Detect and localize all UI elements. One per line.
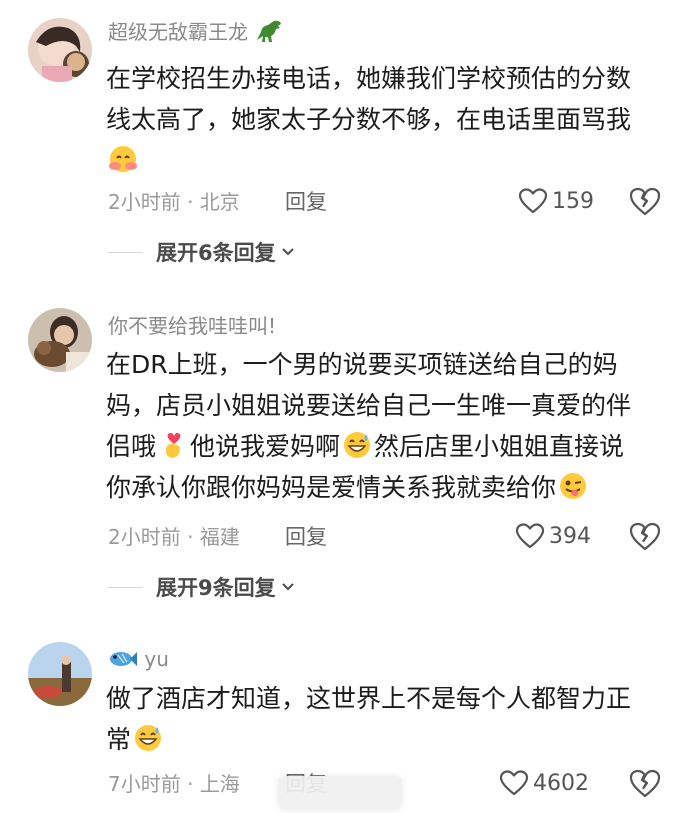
username-text: yu [144,647,169,671]
comment-line: 做了酒店才知道，这世界上不是每个人都智力正 [106,684,632,713]
like-count: 4602 [533,770,589,796]
username[interactable]: yu [108,645,169,673]
heart-icon [518,188,548,214]
comment-emoji-line [106,140,666,181]
comment-segment: 侣哦 [106,432,157,461]
hug-emoji-icon [109,146,137,172]
time-location: 7小时前 · 上海 [108,772,240,796]
comment-segment: 你承认你跟你妈妈是爱情关系我就卖给你 [106,473,557,502]
reply-button[interactable]: 回复 [285,523,327,551]
fish-icon [110,652,137,666]
finger-heart-emoji-icon [165,432,181,458]
like-button[interactable]: 4602 [499,769,589,797]
avatar[interactable] [28,308,92,372]
reply-button[interactable]: 回复 [285,188,327,216]
comment-segment: 常 [106,725,132,754]
username[interactable]: 你不要给我哇哇叫! [108,312,276,340]
divider [108,586,142,588]
dinosaur-icon [257,20,282,42]
like-button[interactable]: 394 [515,522,591,550]
watermark-overlay [278,776,402,810]
like-count: 394 [549,523,591,549]
expand-replies[interactable]: 展开9条回复 [108,572,296,602]
chevron-down-icon [281,583,294,591]
username-text: 超级无敌霸王龙 [108,20,248,44]
username[interactable]: 超级无敌霸王龙 [108,18,284,46]
expand-replies-label: 展开6条回复 [156,241,276,265]
comment-segment: 他说我爱妈啊 [190,432,341,461]
grin-sweat-emoji-icon [135,725,162,751]
comment-segment: 然后店里小姐姐直接说 [374,432,625,461]
winking-tongue-emoji-icon [560,473,587,499]
like-count: 159 [552,188,594,214]
comment-line: 在DR上班，一个男的说要买项链送给自己的妈 [106,350,618,379]
comment-line: 妈，店员小姐姐说要送给自己一生唯一真爱的伴 [106,391,632,420]
expand-replies[interactable]: 展开6条回复 [108,237,296,267]
divider [108,251,142,253]
broken-heart-icon[interactable] [628,184,662,218]
comment-line: 侣哦 他说我爱妈啊 然后店里小姐姐直接说 [106,426,666,467]
like-button[interactable]: 159 [518,187,594,215]
comment-text: 在DR上班，一个男的说要买项链送给自己的妈 妈，店员小姐姐说要送给自己一生唯一真… [106,344,666,508]
expand-replies-label: 展开9条回复 [156,576,276,600]
grin-sweat-emoji-icon [344,432,371,458]
heart-icon [515,523,545,549]
time-location: 2小时前 · 北京 [108,190,240,214]
chevron-down-icon [281,248,294,256]
comment-line: 线太高了，她家太子分数不够，在电话里面骂我 [106,105,632,134]
time-location: 2小时前 · 福建 [108,525,240,549]
broken-heart-icon[interactable] [628,766,662,800]
comment-line: 在学校招生办接电话，她嫌我们学校预估的分数 [106,64,632,93]
avatar[interactable] [28,642,92,706]
heart-icon [499,770,529,796]
broken-heart-icon[interactable] [628,519,662,553]
avatar[interactable] [28,18,92,82]
comment-text: 在学校招生办接电话，她嫌我们学校预估的分数 线太高了，她家太子分数不够，在电话里… [106,58,666,181]
comment-line: 你承认你跟你妈妈是爱情关系我就卖给你 [106,467,666,508]
comment-line: 常 [106,719,666,760]
comment-text: 做了酒店才知道，这世界上不是每个人都智力正 常 [106,678,666,760]
